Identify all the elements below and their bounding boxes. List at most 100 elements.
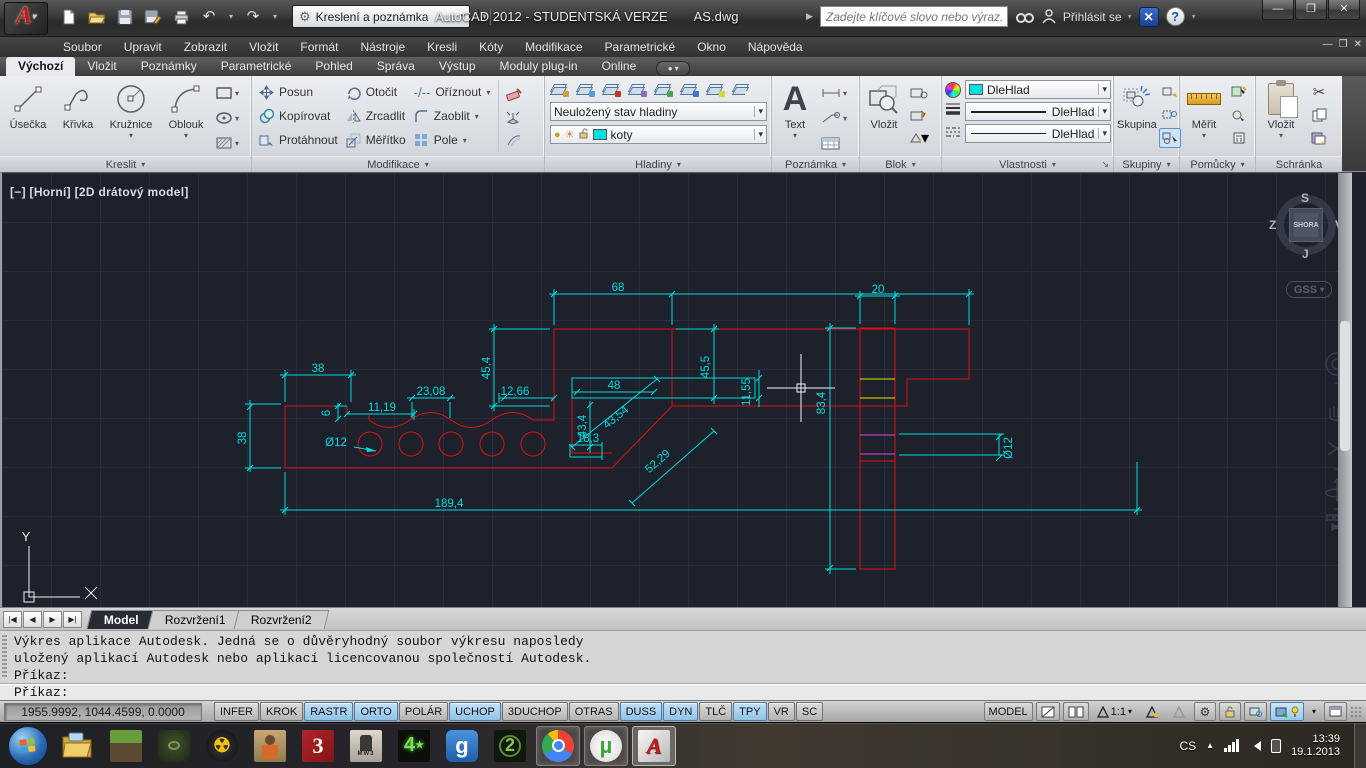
offset-button[interactable]	[503, 130, 525, 150]
polyline-button[interactable]: Křivka	[53, 78, 103, 154]
dimension-button[interactable]: ▾	[819, 82, 849, 104]
redo-dropdown-button[interactable]: ▾	[270, 6, 280, 28]
minimize-button[interactable]: —	[1262, 0, 1294, 20]
rotate-button[interactable]: Otočit	[346, 80, 406, 104]
copy-button[interactable]: Kopírovat	[259, 104, 338, 128]
taskbar-windows-explorer[interactable]	[56, 726, 100, 766]
new-file-button[interactable]	[58, 6, 80, 28]
toggle-tpy[interactable]: TPY	[733, 702, 766, 721]
autoscale-button[interactable]	[1167, 702, 1191, 721]
lineweight-icon[interactable]	[945, 102, 961, 121]
panel-title-skupiny[interactable]: Skupiny▾	[1114, 156, 1179, 172]
scale-button[interactable]: Měřítko	[346, 128, 406, 152]
hardware-acceleration-button[interactable]	[1244, 702, 1267, 721]
status-overflow-button[interactable]: ▾	[1307, 702, 1321, 721]
panel-title-pomucky[interactable]: Pomůcky▾	[1180, 156, 1255, 172]
layer-on-icon[interactable]: ●	[554, 129, 561, 141]
menu-formát[interactable]: Formát	[289, 37, 349, 57]
help-dropdown-icon[interactable]: ▾	[1192, 12, 1196, 21]
ellipse-button[interactable]: ▾	[213, 107, 241, 129]
start-button[interactable]	[8, 726, 48, 766]
group-selection-toggle[interactable]	[1159, 128, 1181, 148]
arc-button[interactable]: Oblouk ▾	[159, 78, 213, 154]
fillet-button[interactable]: Zaoblit▾	[414, 104, 491, 128]
menu-zobrazit[interactable]: Zobrazit	[173, 37, 238, 57]
taskbar-game-gta-sa[interactable]	[248, 726, 292, 766]
undo-dropdown-button[interactable]: ▾	[226, 6, 236, 28]
color-wheel-icon[interactable]	[945, 82, 961, 98]
ribbon-tab-výstup[interactable]: Výstup	[427, 57, 488, 76]
viewport-controls[interactable]: [−] [Horní] [2D drátový model]	[10, 185, 189, 199]
layer-thaw-icon[interactable]: ☀	[565, 128, 575, 141]
clean-screen-button[interactable]	[1324, 702, 1347, 721]
group-button[interactable]: Skupina	[1117, 78, 1157, 148]
open-file-button[interactable]	[86, 6, 108, 28]
exchange-apps-icon[interactable]: ✕	[1139, 7, 1159, 27]
toggle-sc[interactable]: SC	[796, 702, 823, 721]
coordinates-readout[interactable]: 1955.9992, 1044.4599, 0.0000	[4, 703, 202, 721]
explode-button[interactable]	[503, 107, 525, 127]
panel-title-vlastnosti[interactable]: Vlastnosti▾↘	[942, 156, 1113, 172]
network-icon[interactable]	[1224, 739, 1239, 752]
menu-vložit[interactable]: Vložit	[238, 37, 289, 57]
ribbon-tab-poznámky[interactable]: Poznámky	[129, 57, 209, 76]
create-block-button[interactable]	[908, 82, 930, 102]
ribbon-tab-vložit[interactable]: Vložit	[75, 57, 128, 76]
trim-button[interactable]: -/--Oříznout▾	[414, 80, 491, 104]
taskbar-game-mw3[interactable]: MW3	[344, 726, 388, 766]
rectangle-button[interactable]: ▾	[213, 82, 241, 104]
tab-layout1[interactable]: Rozvržení1	[147, 610, 242, 629]
save-as-button[interactable]	[142, 6, 164, 28]
layer-change-icon[interactable]	[602, 81, 621, 97]
tab-model[interactable]: Model	[87, 610, 156, 629]
menu-okno[interactable]: Okno	[686, 37, 737, 57]
viewcube-south[interactable]: S	[1301, 191, 1309, 205]
quick-view-drawings-button[interactable]	[1036, 702, 1060, 721]
taskbar-game-stalker[interactable]: ☢	[200, 726, 244, 766]
table-button[interactable]	[819, 132, 849, 154]
viewcube[interactable]: S Z V J SHORA	[1274, 193, 1338, 257]
array-button[interactable]: Pole▾	[414, 128, 491, 152]
ribbon-tab-výchozí[interactable]: Výchozí	[6, 57, 75, 76]
ribbon-tab-správa[interactable]: Správa	[365, 57, 427, 76]
toggle-uchop[interactable]: UCHOP	[449, 702, 501, 721]
layer-match-icon[interactable]	[576, 81, 595, 97]
first-layout-button[interactable]: |◀	[3, 611, 22, 628]
last-layout-button[interactable]: ▶|	[63, 611, 82, 628]
help-icon[interactable]: ?	[1166, 7, 1185, 26]
layer-unlock-icon[interactable]	[579, 128, 589, 142]
toggle-dyn[interactable]: DYN	[663, 702, 698, 721]
edit-attributes-button[interactable]: ▾	[908, 128, 930, 148]
ribbon-options-button[interactable]: ● ▾	[656, 61, 690, 76]
layer-freeze-icon[interactable]	[706, 81, 725, 97]
viewcube-ucs-menu[interactable]: GSS▾	[1286, 281, 1332, 298]
quick-calc-button[interactable]	[1228, 105, 1250, 125]
taskbar-autocad[interactable]: A	[632, 726, 676, 766]
paste-special-button[interactable]	[1308, 128, 1330, 148]
infocenter-search-input[interactable]	[820, 6, 1008, 27]
search-icon[interactable]	[1015, 10, 1035, 24]
lineweight-dropdown[interactable]: DleHlad ▾	[965, 102, 1111, 121]
menu-nápověda[interactable]: Nápověda	[737, 37, 814, 57]
viewcube-top-face[interactable]: SHORA	[1289, 208, 1323, 242]
toggle-3duchop[interactable]: 3DUCHOP	[502, 702, 568, 721]
ribbon-tab-moduly plug-in[interactable]: Moduly plug-in	[488, 57, 590, 76]
taskbar-chrome[interactable]	[536, 726, 580, 766]
toggle-otras[interactable]: OTRAS	[569, 702, 619, 721]
menu-parametrické[interactable]: Parametrické	[594, 37, 687, 57]
layer-color-swatch[interactable]	[593, 129, 607, 140]
doc-restore-icon[interactable]: ❐	[1339, 39, 1348, 50]
tab-layout2[interactable]: Rozvržení2	[234, 610, 329, 629]
language-indicator[interactable]: CS	[1179, 739, 1196, 753]
plot-button[interactable]	[170, 6, 192, 28]
toolbar-lock-button[interactable]	[1219, 702, 1241, 721]
layer-isolate-icon[interactable]	[654, 81, 673, 97]
taskbar-game-fallout[interactable]	[152, 726, 196, 766]
redo-button[interactable]: ↷	[242, 6, 264, 28]
scrollbar-thumb[interactable]	[1340, 321, 1350, 451]
ribbon-tab-parametrické[interactable]: Parametrické	[209, 57, 304, 76]
panel-title-poznamka[interactable]: Poznámka▾	[772, 156, 859, 172]
linetype-dropdown[interactable]: DleHlad ▾	[965, 124, 1111, 143]
undo-button[interactable]: ↶	[198, 6, 220, 28]
viewcube-north[interactable]: J	[1302, 247, 1309, 261]
